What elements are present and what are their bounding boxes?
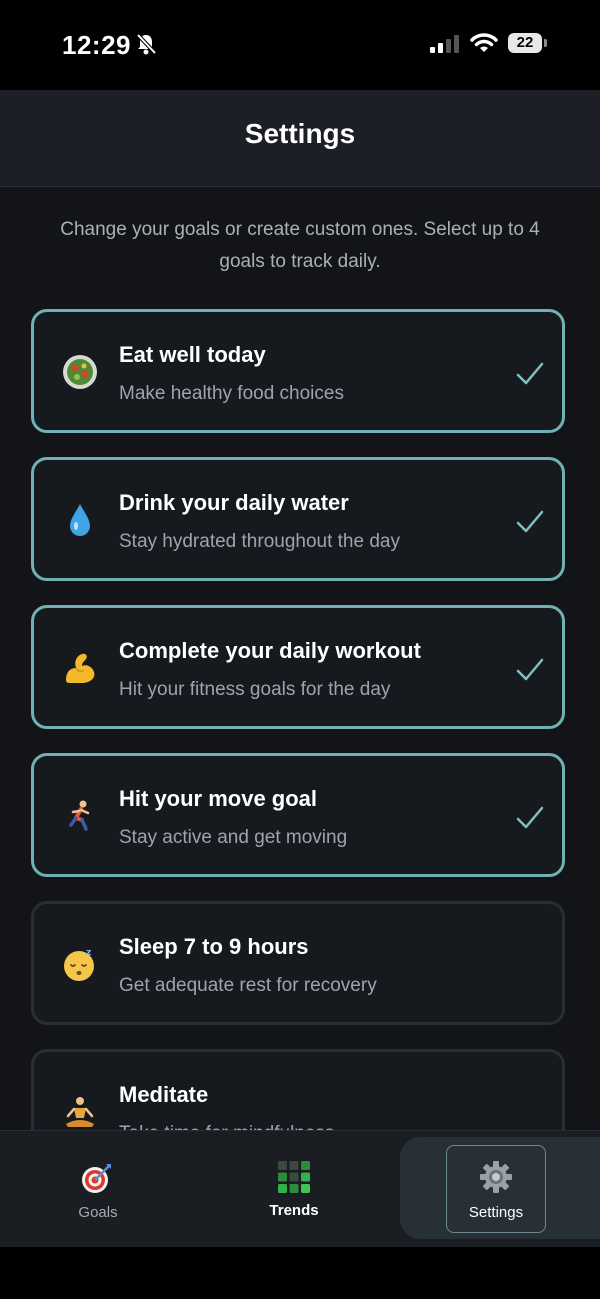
battery-icon: 22 bbox=[508, 33, 548, 55]
salad-icon bbox=[63, 355, 97, 389]
wifi-icon bbox=[470, 33, 498, 52]
goal-title: Eat well today bbox=[119, 342, 266, 367]
home-indicator-area bbox=[0, 1247, 600, 1299]
app-screen: Settings Change your goals or create cus… bbox=[0, 90, 600, 1247]
check-icon bbox=[516, 362, 544, 385]
goal-title: Meditate bbox=[119, 1082, 209, 1107]
goal-card-sleep[interactable]: z Sleep 7 to 9 hours Get adequate rest f… bbox=[31, 901, 565, 1025]
tab-trends[interactable]: Trends bbox=[196, 1131, 392, 1247]
sleeping-face-icon: z bbox=[64, 948, 94, 981]
water-drop-icon bbox=[70, 504, 90, 536]
intro-text: Change your goals or create custom ones.… bbox=[60, 219, 540, 272]
cellular-signal-icon bbox=[430, 35, 459, 53]
tab-label: Trends bbox=[269, 1202, 319, 1219]
check-icon bbox=[516, 510, 544, 533]
tab-label: Goals bbox=[78, 1204, 118, 1221]
bell-slash-icon bbox=[136, 33, 156, 55]
header: Settings bbox=[0, 90, 600, 187]
tab-settings[interactable]: Settings bbox=[446, 1145, 546, 1233]
goal-subtitle: Stay hydrated throughout the day bbox=[119, 531, 400, 552]
goal-subtitle: Hit your fitness goals for the day bbox=[119, 679, 391, 700]
status-bar: 12:29 22 bbox=[0, 0, 600, 90]
battery-level: 22 bbox=[508, 33, 542, 53]
tab-label: Settings bbox=[468, 1204, 524, 1221]
check-icon bbox=[516, 806, 544, 829]
goal-card-drink-water[interactable]: Drink your daily water Stay hydrated thr… bbox=[31, 457, 565, 581]
svg-text:z: z bbox=[86, 948, 91, 958]
tab-bar: Goals Trends Settings bbox=[0, 1130, 600, 1247]
flexed-biceps-icon bbox=[66, 653, 95, 683]
target-icon bbox=[82, 1164, 111, 1193]
goal-title: Drink your daily water bbox=[119, 490, 349, 515]
goal-subtitle: Get adequate rest for recovery bbox=[119, 975, 377, 996]
goal-subtitle: Stay active and get moving bbox=[119, 827, 348, 848]
goal-subtitle: Make healthy food choices bbox=[119, 383, 344, 404]
running-person-icon bbox=[69, 800, 90, 831]
goal-title: Hit your move goal bbox=[119, 786, 318, 811]
check-icon bbox=[516, 658, 544, 681]
goal-card-workout[interactable]: Complete your daily workout Hit your fit… bbox=[31, 605, 565, 729]
goal-title: Sleep 7 to 9 hours bbox=[119, 934, 309, 959]
tab-goals[interactable]: Goals bbox=[0, 1131, 196, 1247]
grid-chart-icon bbox=[278, 1161, 310, 1193]
page-title: Settings bbox=[244, 118, 356, 149]
status-time: 12:29 bbox=[62, 30, 131, 60]
goal-card-eat-well[interactable]: Eat well today Make healthy food choices bbox=[31, 309, 565, 433]
meditation-icon bbox=[66, 1097, 94, 1127]
goal-card-move[interactable]: Hit your move goal Stay active and get m… bbox=[31, 753, 565, 877]
gear-icon bbox=[480, 1161, 512, 1193]
goal-title: Complete your daily workout bbox=[119, 638, 421, 663]
